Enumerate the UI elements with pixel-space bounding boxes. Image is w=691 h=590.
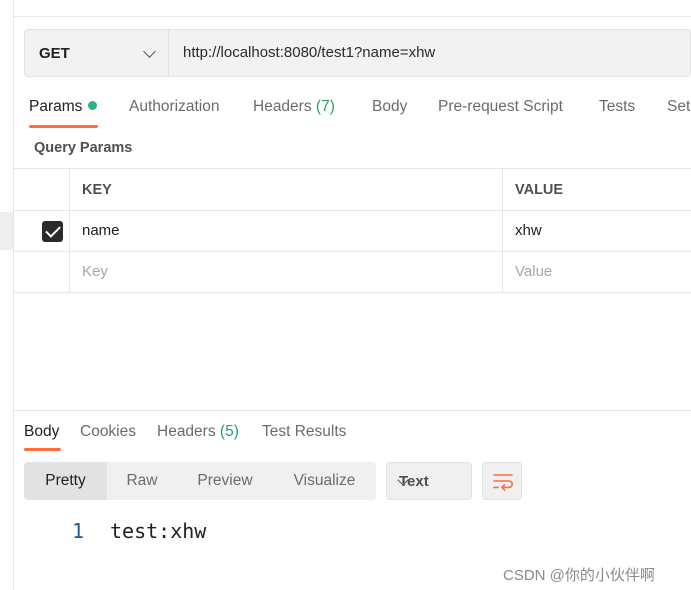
- view-visualize-button[interactable]: Visualize: [273, 462, 376, 500]
- view-preview-button[interactable]: Preview: [177, 462, 273, 500]
- param-enabled-checkbox[interactable]: [42, 221, 63, 242]
- query-params-title: Query Params: [34, 140, 133, 156]
- view-raw-button[interactable]: Raw: [107, 462, 177, 500]
- view-mode-group: Pretty Raw Preview Visualize: [24, 462, 376, 500]
- line-number: 1: [72, 519, 85, 543]
- format-select[interactable]: Text: [386, 462, 472, 500]
- url-input[interactable]: http://localhost:8080/test1?name=xhw: [183, 44, 435, 61]
- wrap-lines-icon: [493, 474, 513, 491]
- empty-check-cell: [13, 252, 70, 292]
- response-tabs: Body Cookies Headers (5) Test Results: [24, 423, 691, 453]
- param-value: xhw: [515, 222, 542, 239]
- method-select[interactable]: GET: [25, 30, 169, 76]
- body-tab-underline: [24, 448, 61, 451]
- response-tab-test-results[interactable]: Test Results: [262, 423, 346, 441]
- pane-divider[interactable]: [13, 410, 691, 411]
- new-key-input[interactable]: Key: [70, 252, 503, 292]
- table-row: name xhw: [13, 211, 691, 252]
- response-headers-count-badge: (5): [219, 423, 239, 440]
- method-label: GET: [39, 44, 70, 62]
- tab-params-label: Params: [29, 98, 83, 115]
- value-column-header: VALUE: [515, 182, 564, 198]
- table-row-empty: Key Value: [13, 252, 691, 293]
- response-tab-body[interactable]: Body: [24, 423, 59, 441]
- tab-params[interactable]: Params: [29, 98, 98, 116]
- chevron-down-icon: [143, 45, 156, 58]
- wrap-lines-button[interactable]: [482, 462, 522, 500]
- param-key-cell[interactable]: name: [70, 211, 503, 251]
- tab-headers[interactable]: Headers (7): [253, 98, 335, 116]
- response-body-text: test:xhw: [110, 519, 207, 543]
- sidebar-selected-item[interactable]: [0, 212, 13, 250]
- response-tab-cookies[interactable]: Cookies: [80, 423, 136, 441]
- tab-headers-label: Headers: [253, 98, 312, 115]
- tab-tests[interactable]: Tests: [599, 98, 635, 116]
- param-key: name: [82, 222, 120, 239]
- params-active-dot-icon: [88, 101, 98, 110]
- headers-count-badge: (7): [315, 98, 335, 115]
- row-check-cell: [13, 211, 70, 251]
- response-tab-headers[interactable]: Headers (5): [157, 423, 239, 441]
- header-value-cell: VALUE: [503, 169, 691, 210]
- params-tab-underline: [29, 125, 98, 128]
- request-bar: GET http://localhost:8080/test1?name=xhw: [24, 29, 691, 77]
- new-value-input[interactable]: Value: [503, 252, 691, 292]
- tab-pre-request-script[interactable]: Pre-request Script: [438, 98, 563, 116]
- left-sidebar-strip: [0, 0, 14, 590]
- key-placeholder: Key: [82, 263, 108, 280]
- query-params-table: KEY VALUE name xhw Key Value: [13, 168, 691, 293]
- tab-body[interactable]: Body: [372, 98, 407, 116]
- top-divider: [13, 16, 691, 17]
- param-value-cell[interactable]: xhw: [503, 211, 691, 251]
- request-tabs: Params Authorization Headers (7) Body Pr…: [29, 98, 691, 130]
- key-column-header: KEY: [82, 182, 112, 198]
- tab-settings[interactable]: Set: [667, 98, 690, 116]
- header-key-cell: KEY: [70, 169, 503, 210]
- table-header-row: KEY VALUE: [13, 168, 691, 211]
- header-check-cell: [13, 169, 70, 210]
- watermark: CSDN @你的小伙伴啊: [503, 567, 655, 584]
- view-pretty-button[interactable]: Pretty: [24, 462, 107, 500]
- response-tab-headers-label: Headers: [157, 423, 216, 440]
- tab-authorization[interactable]: Authorization: [129, 98, 219, 116]
- value-placeholder: Value: [515, 263, 553, 280]
